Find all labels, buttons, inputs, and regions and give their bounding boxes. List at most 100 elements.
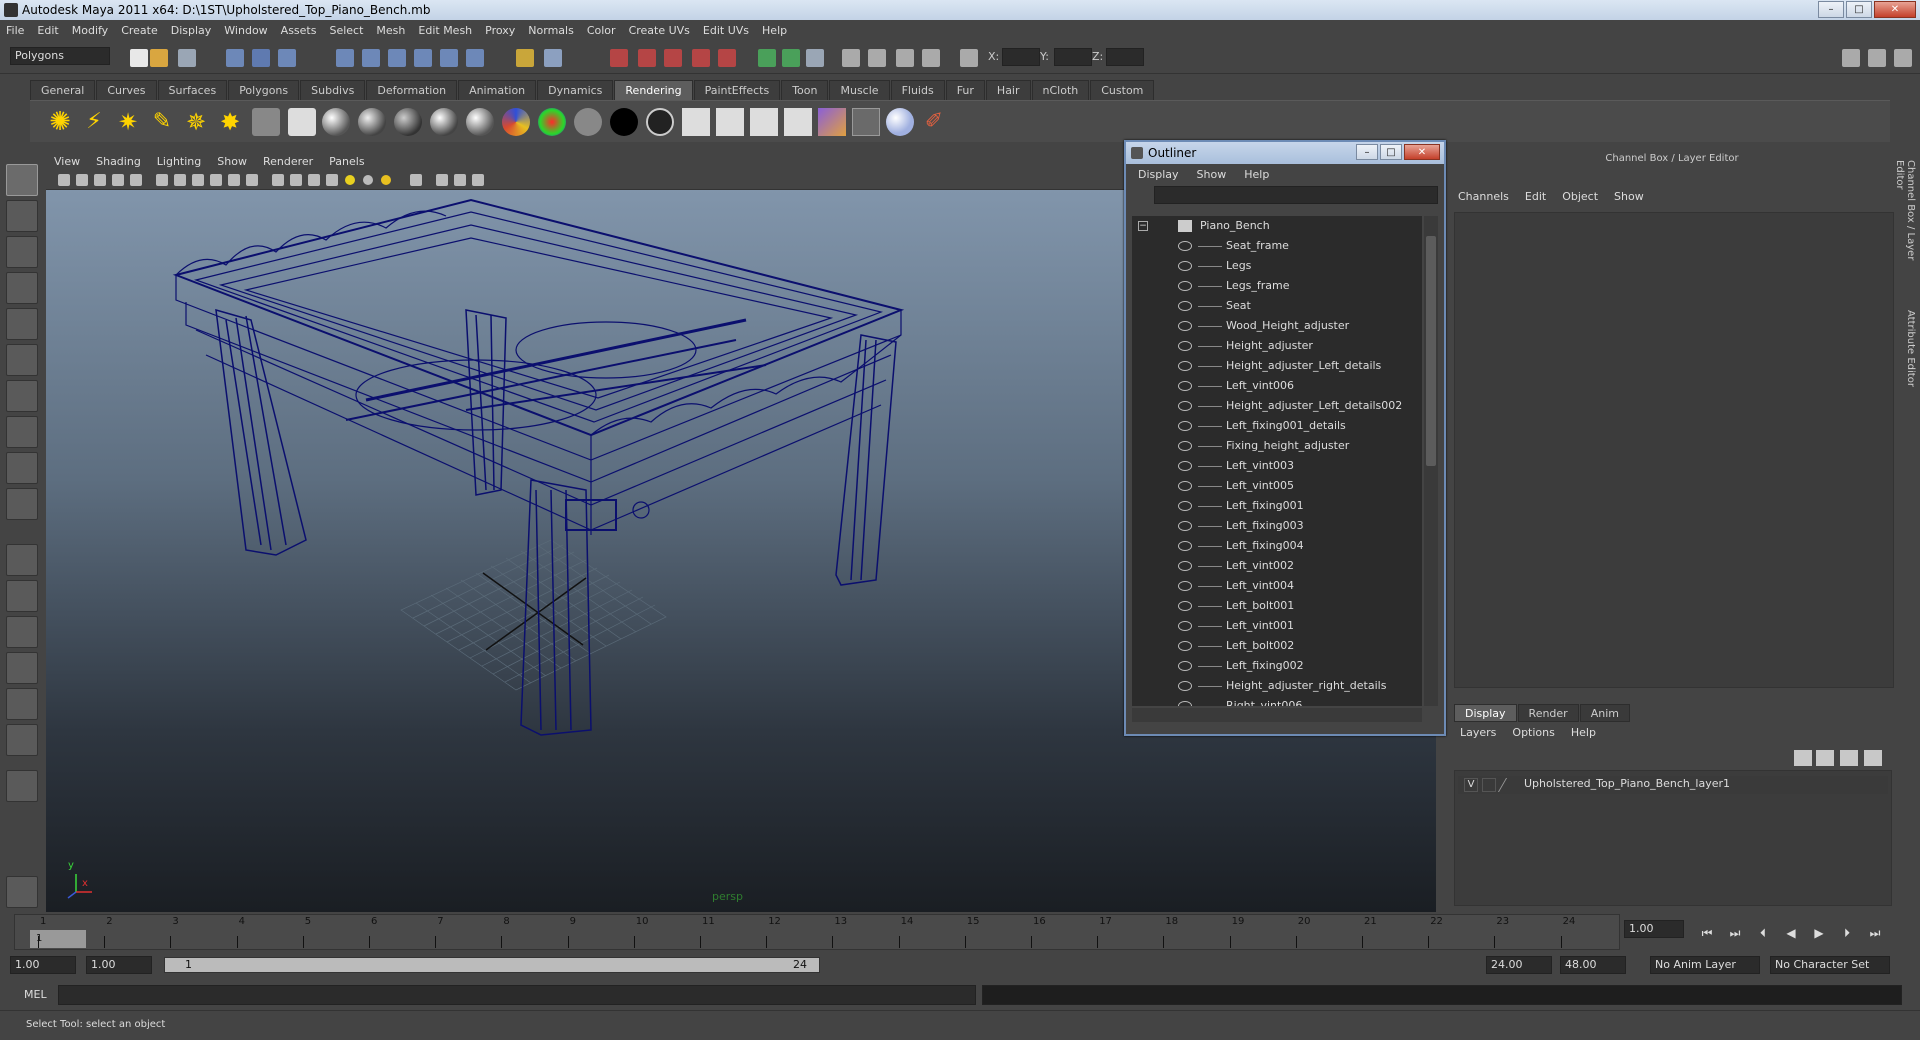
- menu-window[interactable]: Window: [224, 24, 267, 37]
- menu-set-dropdown[interactable]: Polygons: [10, 47, 110, 65]
- light-linking-icon[interactable]: [852, 108, 880, 136]
- maximize-button[interactable]: □: [1846, 1, 1872, 18]
- soft-mod-tool-icon[interactable]: [6, 416, 38, 448]
- viewport-menu-view[interactable]: View: [54, 155, 80, 168]
- new-layer-from-selection-icon[interactable]: [1816, 750, 1834, 766]
- outliner-title-bar[interactable]: Outliner – □ ✕: [1126, 142, 1444, 164]
- outliner-item[interactable]: Left_vint004: [1132, 576, 1422, 596]
- snap-plane-icon[interactable]: [414, 49, 432, 67]
- layer-visibility-toggle[interactable]: V: [1464, 778, 1478, 792]
- tool-settings-toggle-icon[interactable]: [1894, 49, 1912, 67]
- menu-color[interactable]: Color: [587, 24, 616, 37]
- menu-proxy[interactable]: Proxy: [485, 24, 515, 37]
- hypershade-layout-icon[interactable]: [6, 688, 38, 720]
- manipulator-tool-icon[interactable]: [6, 380, 38, 412]
- transform-lock-icon[interactable]: [842, 49, 860, 67]
- play-backward-icon[interactable]: ◀: [1782, 924, 1800, 942]
- menu-normals[interactable]: Normals: [528, 24, 574, 37]
- shelf-tab-rendering[interactable]: Rendering: [614, 80, 693, 100]
- shelf-tab-hair[interactable]: Hair: [985, 80, 1031, 100]
- outliner-item[interactable]: Seat: [1132, 296, 1422, 316]
- area-light-icon[interactable]: ✵: [182, 108, 210, 136]
- step-back-frame-icon[interactable]: ⏴: [1754, 924, 1772, 942]
- layer-row[interactable]: V Upholstered_Top_Piano_Bench_layer1: [1458, 776, 1888, 794]
- close-button[interactable]: ✕: [1874, 1, 1916, 18]
- outliner-item[interactable]: Left_fixing001_details: [1132, 416, 1422, 436]
- viewport-menu-shading[interactable]: Shading: [96, 155, 141, 168]
- ipr-shelf-icon[interactable]: [716, 108, 744, 136]
- render-current-icon[interactable]: [610, 49, 628, 67]
- outliner-item[interactable]: Right_vint006: [1132, 696, 1422, 706]
- viewport-menu-show[interactable]: Show: [217, 155, 247, 168]
- ambient-light-icon[interactable]: ✺: [46, 108, 74, 136]
- channel-menu-edit[interactable]: Edit: [1525, 190, 1546, 208]
- input-output-icon[interactable]: [516, 49, 534, 67]
- shelf-tab-deformation[interactable]: Deformation: [366, 80, 458, 100]
- y-input[interactable]: [1054, 48, 1092, 66]
- shelf-tab-custom[interactable]: Custom: [1090, 80, 1155, 100]
- toggle-panel-icon[interactable]: [782, 49, 800, 67]
- outliner-item[interactable]: Left_fixing003: [1132, 516, 1422, 536]
- new-layer-icon[interactable]: [1794, 750, 1812, 766]
- menu-help[interactable]: Help: [762, 24, 787, 37]
- outliner-item[interactable]: Left_fixing001: [1132, 496, 1422, 516]
- save-scene-icon[interactable]: [178, 49, 196, 67]
- outliner-item[interactable]: Height_adjuster: [1132, 336, 1422, 356]
- select-tool-icon[interactable]: [6, 164, 38, 196]
- menu-file[interactable]: File: [6, 24, 24, 37]
- lasso-tool-icon[interactable]: [6, 200, 38, 232]
- paint-brush-icon[interactable]: ✐: [920, 108, 948, 136]
- outliner-horizontal-scrollbar[interactable]: [1132, 708, 1422, 722]
- transform-field-icon[interactable]: [960, 49, 978, 67]
- render-view-shelf-icon[interactable]: [682, 108, 710, 136]
- menu-modify[interactable]: Modify: [72, 24, 108, 37]
- menu-edit[interactable]: Edit: [37, 24, 58, 37]
- camera-icon[interactable]: [252, 108, 280, 136]
- outliner-maximize-button[interactable]: □: [1380, 144, 1402, 160]
- hypershade-shelf-icon[interactable]: [818, 108, 846, 136]
- menu-create[interactable]: Create: [121, 24, 158, 37]
- shelf-tab-muscle[interactable]: Muscle: [829, 80, 890, 100]
- outliner-window[interactable]: Outliner – □ ✕ Display Show Help − Piano…: [1124, 140, 1446, 736]
- shelf-tab-fluids[interactable]: Fluids: [890, 80, 945, 100]
- menu-mesh[interactable]: Mesh: [376, 24, 405, 37]
- attribute-editor-toggle-icon[interactable]: [1868, 49, 1886, 67]
- shelf-tab-painteffects[interactable]: PaintEffects: [693, 80, 781, 100]
- custom-layout-icon[interactable]: [6, 724, 38, 756]
- shelf-tab-subdivs[interactable]: Subdivs: [300, 80, 366, 100]
- spot-light-icon[interactable]: ✎: [148, 108, 176, 136]
- minimize-button[interactable]: –: [1818, 1, 1844, 18]
- outliner-item[interactable]: Left_vint001: [1132, 616, 1422, 636]
- step-forward-frame-icon[interactable]: ⏵: [1838, 924, 1856, 942]
- outliner-item[interactable]: Legs: [1132, 256, 1422, 276]
- ipr-render-icon[interactable]: [638, 49, 656, 67]
- channel-menu-show[interactable]: Show: [1614, 190, 1644, 208]
- rotate-tool-icon[interactable]: [6, 308, 38, 340]
- attribute-icon[interactable]: [806, 49, 824, 67]
- character-set-dropdown[interactable]: No Character Set: [1770, 956, 1890, 974]
- menu-display[interactable]: Display: [171, 24, 212, 37]
- outliner-list[interactable]: − Piano_Bench Seat_frame Legs Legs_frame…: [1132, 216, 1422, 706]
- shelf-tab-animation[interactable]: Animation: [458, 80, 537, 100]
- shelf-tab-dynamics[interactable]: Dynamics: [537, 80, 614, 100]
- soft-select-icon[interactable]: [922, 49, 940, 67]
- outliner-item[interactable]: Height_adjuster_Left_details: [1132, 356, 1422, 376]
- shelf-tab-curves[interactable]: Curves: [96, 80, 157, 100]
- outliner-item[interactable]: Left_vint005: [1132, 476, 1422, 496]
- side-tab-attribute-editor[interactable]: Attribute Editor: [1900, 310, 1916, 400]
- command-language-label[interactable]: MEL: [24, 988, 47, 1001]
- single-pane-layout-icon[interactable]: [6, 544, 38, 576]
- anisotropic-shader-icon[interactable]: [322, 108, 350, 136]
- playback-range-bar[interactable]: 1 24: [164, 957, 820, 973]
- channel-box-panel[interactable]: [1454, 212, 1894, 688]
- four-pane-layout-icon[interactable]: [6, 580, 38, 612]
- use-background-icon[interactable]: [646, 108, 674, 136]
- layer-playback-toggle[interactable]: [1482, 778, 1496, 792]
- outliner-item[interactable]: Left_bolt001: [1132, 596, 1422, 616]
- outliner-item[interactable]: Wood_Height_adjuster: [1132, 316, 1422, 336]
- layer-tab-render[interactable]: Render: [1517, 704, 1579, 722]
- snap-point-icon[interactable]: [388, 49, 406, 67]
- channel-menu-object[interactable]: Object: [1562, 190, 1598, 208]
- outliner-menu-display[interactable]: Display: [1138, 168, 1179, 181]
- layer-menu-layers[interactable]: Layers: [1460, 726, 1496, 739]
